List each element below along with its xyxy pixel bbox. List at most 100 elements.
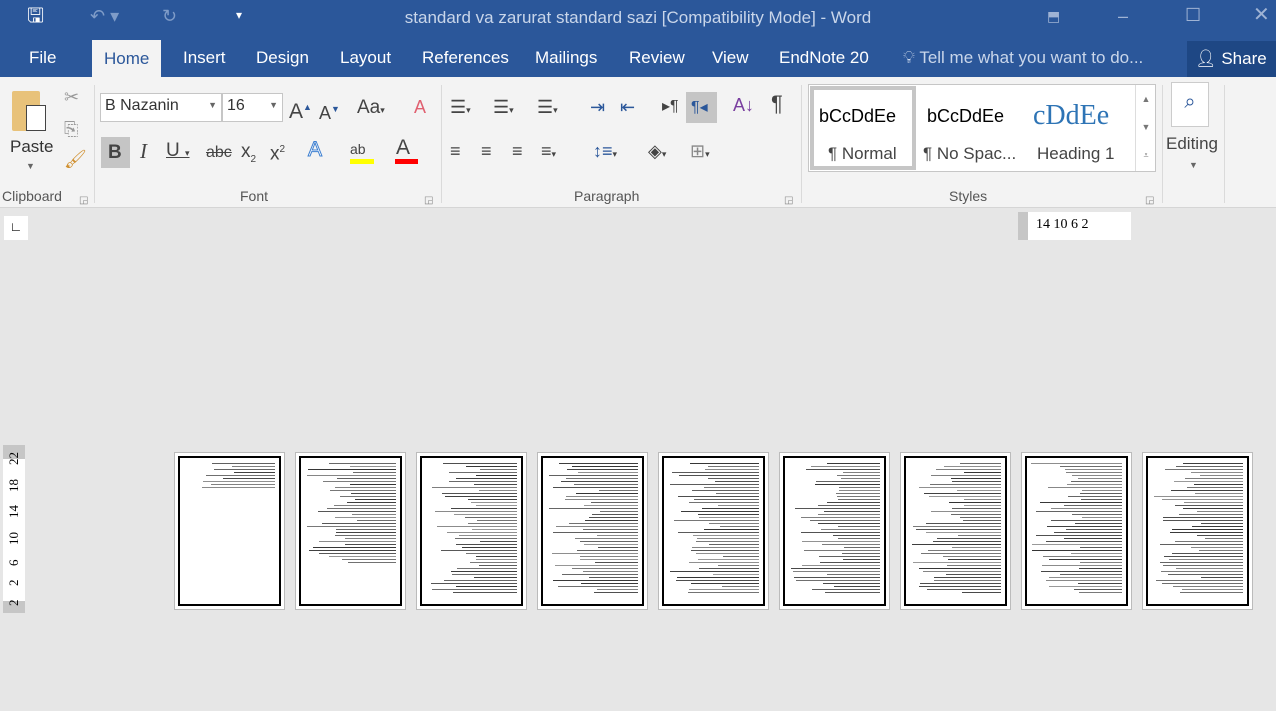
italic-icon[interactable]: I: [140, 141, 147, 162]
tab-mailings[interactable]: Mailings: [535, 48, 597, 68]
styles-scroll[interactable]: ▲ ▼ ⩡: [1135, 85, 1156, 171]
horizontal-ruler[interactable]: 14 10 6 2: [1018, 212, 1131, 240]
underline-icon[interactable]: U ▾: [166, 141, 190, 163]
tab-endnote[interactable]: EndNote 20: [779, 48, 869, 68]
align-left-icon[interactable]: ≡: [450, 141, 461, 161]
increase-indent-icon[interactable]: ⇤: [620, 97, 635, 117]
editing-button[interactable]: ⌕ Editing ▼: [1166, 82, 1222, 177]
text-line: [471, 529, 517, 530]
page-thumbnail[interactable]: [1142, 452, 1253, 610]
tab-review[interactable]: Review: [629, 48, 685, 68]
close-icon[interactable]: ✕: [1253, 5, 1270, 25]
text-line: [1174, 481, 1243, 482]
tab-file[interactable]: File: [29, 48, 56, 68]
tab-home[interactable]: Home: [92, 40, 162, 77]
cut-icon[interactable]: ✂: [64, 87, 79, 107]
text-line: [1183, 508, 1243, 509]
ltr-icon[interactable]: ▸¶: [662, 97, 679, 117]
text-effects-icon[interactable]: A: [307, 139, 322, 161]
font-color-icon[interactable]: A: [396, 137, 410, 158]
line-spacing-icon[interactable]: ↕≡▾: [593, 141, 617, 164]
tab-design[interactable]: Design: [256, 48, 309, 68]
highlight-icon[interactable]: ab: [350, 139, 366, 159]
more-styles-icon[interactable]: ⩡: [1136, 141, 1156, 169]
page-thumbnail[interactable]: [779, 452, 890, 610]
text-line: [341, 559, 396, 560]
minimize-icon[interactable]: –: [1118, 6, 1128, 26]
text-line: [1046, 526, 1122, 527]
text-line: [598, 547, 638, 548]
text-line: [693, 535, 759, 536]
strikethrough-icon[interactable]: abc: [206, 143, 232, 163]
clear-formatting-icon[interactable]: A: [414, 97, 426, 117]
font-size-combo[interactable]: 16 ▼: [222, 93, 283, 122]
multilevel-list-icon[interactable]: ☰▾: [537, 97, 558, 120]
maximize-icon[interactable]: ☐: [1185, 5, 1201, 25]
text-line: [1081, 490, 1122, 491]
style-heading-1[interactable]: cDdEe Heading 1: [1029, 86, 1135, 170]
decrease-indent-icon[interactable]: ⇥: [590, 97, 605, 117]
vertical-ruler[interactable]: 2 2 6 10 14 18 22: [3, 445, 25, 613]
text-line: [448, 481, 517, 482]
page-thumbnail[interactable]: [416, 452, 527, 610]
text-line: [796, 580, 880, 581]
text-line: [794, 577, 880, 578]
tab-view[interactable]: View: [712, 48, 749, 68]
shading-icon[interactable]: ◈▾: [648, 141, 666, 164]
page-thumbnail[interactable]: [295, 452, 406, 610]
tab-references[interactable]: References: [422, 48, 509, 68]
tab-selector[interactable]: ∟: [4, 216, 28, 240]
text-line: [937, 538, 1001, 539]
scroll-down-icon[interactable]: ▼: [1136, 113, 1156, 141]
style-normal[interactable]: bCcDdEe ¶ Normal: [810, 86, 916, 170]
bold-button[interactable]: B: [101, 137, 130, 168]
page-thumbnail[interactable]: [658, 452, 769, 610]
numbering-icon[interactable]: ☰▾: [493, 97, 514, 120]
ribbon-display-icon[interactable]: ⬒: [1047, 6, 1060, 26]
bullets-icon[interactable]: ☰▾: [450, 97, 471, 120]
dialog-launcher-icon[interactable]: ◲: [784, 191, 793, 211]
tab-insert[interactable]: Insert: [183, 48, 226, 68]
page-thumbnail[interactable]: [1021, 452, 1132, 610]
show-marks-icon[interactable]: ¶: [771, 93, 783, 115]
text-line: [470, 562, 517, 563]
tab-layout[interactable]: Layout: [340, 48, 391, 68]
text-line: [1063, 538, 1122, 539]
text-line: [677, 496, 759, 497]
text-line: [574, 484, 638, 485]
text-line: [703, 529, 759, 530]
dialog-launcher-icon[interactable]: ◲: [1145, 191, 1154, 211]
copy-icon[interactable]: ⎘: [64, 119, 78, 139]
shrink-font-icon[interactable]: A▼: [319, 99, 340, 123]
text-line: [959, 463, 1001, 464]
superscript-icon[interactable]: x2: [270, 140, 285, 164]
page-thumbnail[interactable]: [174, 452, 285, 610]
scroll-up-icon[interactable]: ▲: [1136, 85, 1156, 113]
change-case-button[interactable]: Aa▾: [357, 98, 385, 120]
subscript-icon[interactable]: x2: [241, 142, 256, 170]
style-no-spacing[interactable]: bCcDdEe ¶ No Spac...: [917, 86, 1027, 170]
align-center-icon[interactable]: ≡: [481, 141, 492, 161]
align-right-icon[interactable]: ≡: [512, 141, 523, 161]
text-line: [1067, 496, 1122, 497]
text-line: [927, 550, 1001, 551]
text-line: [927, 589, 1001, 590]
font-name-combo[interactable]: B Nazanin ▼: [100, 93, 222, 122]
format-painter-icon[interactable]: 🖌︎: [64, 149, 87, 169]
borders-icon[interactable]: ⊞▾: [690, 141, 710, 164]
paste-button[interactable]: Paste ▼: [8, 85, 58, 175]
dialog-launcher-icon[interactable]: ◲: [79, 191, 88, 211]
share-button[interactable]: 👤︎ Share: [1187, 41, 1276, 77]
text-line: [322, 523, 396, 524]
grow-font-icon[interactable]: A▲: [289, 97, 312, 122]
dialog-launcher-icon[interactable]: ◲: [424, 191, 433, 211]
text-line: [1080, 547, 1122, 548]
rtl-button[interactable]: ¶◂: [686, 92, 717, 123]
page-thumbnail[interactable]: [900, 452, 1011, 610]
justify-icon[interactable]: ≡▾: [541, 141, 556, 164]
sort-icon[interactable]: A↓: [733, 95, 754, 115]
tell-me-box[interactable]: 💡︎ Tell me what you want to do...: [903, 48, 1143, 68]
page-thumbnail[interactable]: [537, 452, 648, 610]
text-line: [713, 574, 759, 575]
text-line: [1071, 553, 1122, 554]
